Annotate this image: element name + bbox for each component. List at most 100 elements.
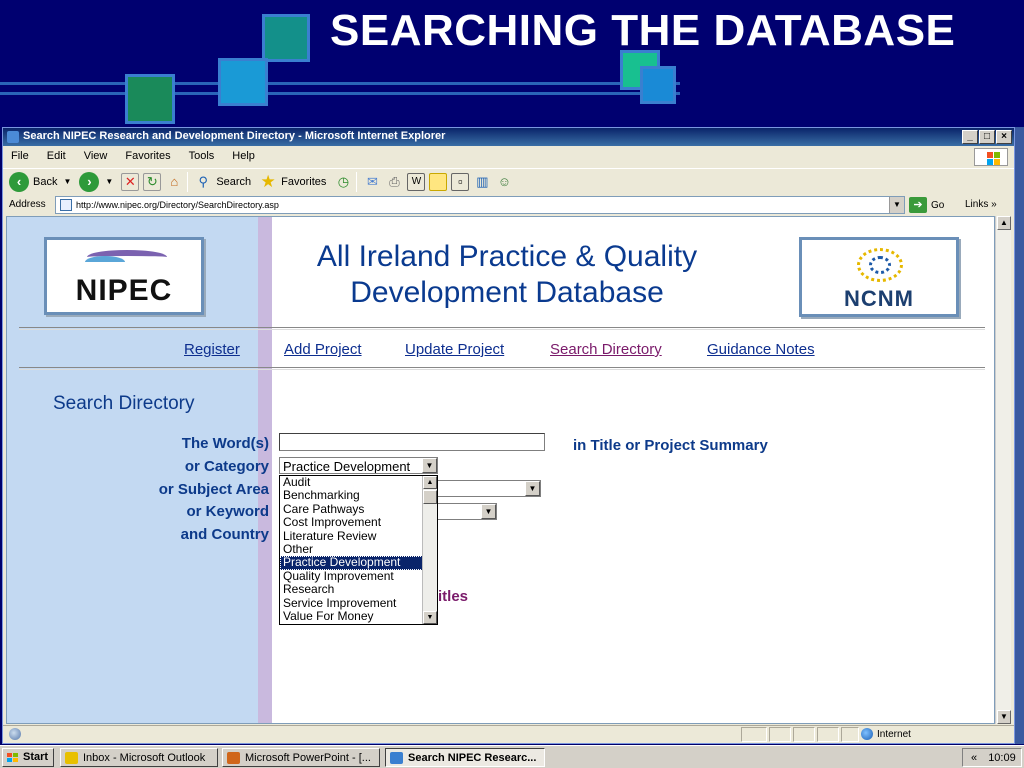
stop-icon[interactable]: ✕: [121, 172, 140, 191]
task-outlook[interactable]: Inbox - Microsoft Outlook: [60, 748, 218, 767]
contacts-icon[interactable]: ☺: [495, 173, 513, 191]
task-label: Inbox - Microsoft Outlook: [83, 752, 206, 764]
menu-file[interactable]: File: [11, 150, 29, 167]
status-cell: [741, 727, 767, 742]
page-status-icon: [9, 728, 21, 740]
list-item[interactable]: Audit: [280, 476, 437, 489]
nipec-logo-text: NIPEC: [75, 274, 173, 307]
database-title: All Ireland Practice & Quality Developme…: [272, 239, 742, 311]
country-label: and Country: [180, 526, 269, 543]
menu-tools[interactable]: Tools: [189, 150, 215, 167]
banner-square: [262, 14, 310, 62]
menu-edit[interactable]: Edit: [47, 150, 66, 167]
category-dropdown-list[interactable]: Audit Benchmarking Care Pathways Cost Im…: [279, 475, 438, 625]
menu-favorites[interactable]: Favorites: [125, 150, 170, 167]
scroll-thumb[interactable]: [423, 490, 437, 504]
list-item[interactable]: Literature Review: [280, 530, 437, 543]
list-item[interactable]: Quality Improvement: [280, 570, 437, 583]
category-label: or Category: [184, 458, 269, 475]
address-url: http://www.nipec.org/Directory/SearchDir…: [76, 200, 279, 210]
menu-view[interactable]: View: [84, 150, 108, 167]
list-item[interactable]: Other: [280, 543, 437, 556]
list-scrollbar[interactable]: ▲ ▼: [422, 476, 437, 624]
scroll-up-icon[interactable]: ▲: [997, 216, 1011, 230]
messenger-icon[interactable]: ▫: [451, 172, 470, 191]
list-item[interactable]: Service Improvement: [280, 597, 437, 610]
back-arrow-icon: ‹: [9, 171, 29, 192]
page-scrollbar[interactable]: ▲ ▼: [995, 216, 1011, 724]
back-button[interactable]: ‹ Back ▼: [9, 171, 71, 192]
maximize-button[interactable]: □: [979, 130, 995, 144]
back-label: Back: [33, 175, 58, 188]
scroll-up-icon[interactable]: ▲: [423, 476, 437, 489]
page-icon: [60, 199, 72, 211]
category-select[interactable]: Practice Development ▼: [279, 457, 438, 474]
nav-guidance-notes[interactable]: Guidance Notes: [707, 341, 815, 358]
list-item-selected[interactable]: Practice Development: [280, 556, 437, 570]
words-input[interactable]: [279, 433, 545, 451]
divider: [19, 367, 985, 370]
window-titlebar[interactable]: Search NIPEC Research and Development Di…: [3, 128, 1014, 146]
scroll-down-icon[interactable]: ▼: [997, 710, 1011, 724]
windows-flag-icon: [7, 753, 19, 764]
ie-icon: [390, 752, 403, 764]
address-dropdown-icon[interactable]: ▼: [889, 197, 904, 213]
history-icon[interactable]: ◷: [334, 173, 352, 191]
words-label: The Word(s): [181, 435, 269, 452]
toolbar-separator: [356, 171, 358, 192]
address-input[interactable]: http://www.nipec.org/Directory/SearchDir…: [55, 196, 905, 214]
minimize-button[interactable]: _: [962, 130, 978, 144]
list-item[interactable]: Benchmarking: [280, 489, 437, 502]
page-viewport: NIPEC All Ireland Practice & Quality Dev…: [6, 216, 995, 724]
nav-register[interactable]: Register: [184, 341, 240, 358]
banner-square: [640, 66, 676, 104]
task-powerpoint[interactable]: Microsoft PowerPoint - [...: [222, 748, 380, 767]
tray-expand-icon[interactable]: «: [971, 752, 977, 764]
chevron-down-icon[interactable]: ▼: [525, 481, 540, 496]
slide-banner: SEARCHING THE DATABASE: [0, 0, 1024, 128]
scroll-down-icon[interactable]: ▼: [423, 611, 437, 624]
edit-word-icon[interactable]: W: [407, 172, 426, 191]
banner-line: [0, 82, 680, 85]
favorites-button[interactable]: ★ Favorites: [259, 172, 327, 191]
go-button[interactable]: ➔ Go: [909, 197, 944, 213]
forward-dropdown-icon[interactable]: ▼: [105, 177, 113, 186]
refresh-icon[interactable]: ↻: [143, 172, 162, 191]
menu-help[interactable]: Help: [232, 150, 255, 167]
nav-update-project[interactable]: Update Project: [405, 341, 504, 358]
nav-search-directory[interactable]: Search Directory: [550, 341, 662, 358]
status-bar: Internet: [3, 725, 1014, 743]
words-suffix: in Title or Project Summary: [573, 437, 768, 454]
links-button[interactable]: Links »: [965, 199, 997, 210]
standard-toolbar: ‹ Back ▼ › ▼ ✕ ↻ ⌂ ⚲ Search ★ Favorites …: [3, 168, 1014, 194]
clock: 10:09: [988, 752, 1016, 764]
back-dropdown-icon[interactable]: ▼: [63, 177, 71, 186]
system-tray: « 10:09: [962, 748, 1022, 767]
list-item[interactable]: Cost Improvement: [280, 516, 437, 529]
section-title: Search Directory: [53, 393, 195, 414]
list-item[interactable]: Value For Money: [280, 610, 437, 623]
status-cell: [841, 727, 859, 742]
globe-icon: [861, 728, 873, 740]
home-icon[interactable]: ⌂: [165, 173, 183, 191]
research-icon[interactable]: ▥: [473, 173, 491, 191]
forward-button[interactable]: › ▼: [79, 171, 113, 192]
address-label: Address: [9, 199, 46, 210]
close-button[interactable]: ×: [996, 130, 1012, 144]
search-button[interactable]: ⚲ Search: [194, 173, 252, 191]
start-button[interactable]: Start: [2, 748, 54, 767]
links-label: Links: [965, 199, 989, 210]
go-label: Go: [931, 199, 945, 211]
chevron-down-icon[interactable]: ▼: [481, 504, 496, 519]
task-internet-explorer[interactable]: Search NIPEC Researc...: [385, 748, 545, 767]
mail-icon[interactable]: ✉: [363, 173, 381, 191]
zone-label: Internet: [877, 728, 911, 740]
print-icon[interactable]: ⎙: [385, 173, 403, 191]
list-item[interactable]: Care Pathways: [280, 503, 437, 516]
list-item[interactable]: Research: [280, 583, 437, 596]
task-label: Search NIPEC Researc...: [408, 752, 537, 764]
nav-add-project[interactable]: Add Project: [284, 341, 362, 358]
window-controls: _ □ ×: [962, 130, 1012, 144]
discuss-icon[interactable]: [429, 172, 448, 191]
chevron-down-icon[interactable]: ▼: [422, 458, 437, 473]
